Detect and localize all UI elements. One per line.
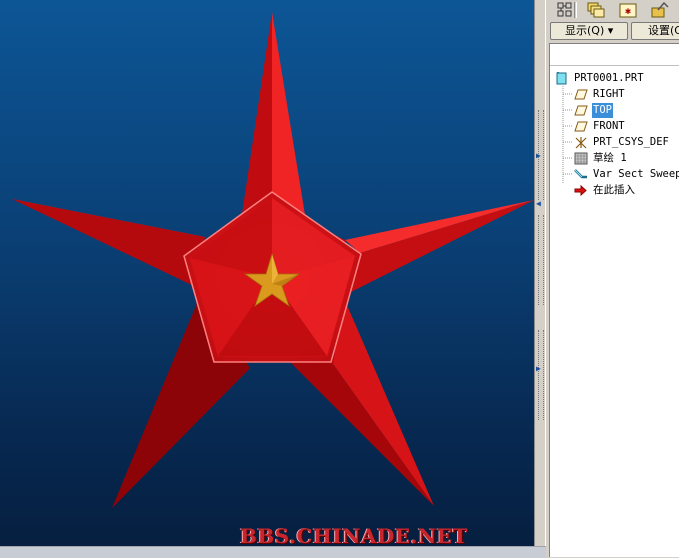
insert-here-arrow-icon	[574, 184, 588, 197]
tree-item-csys[interactable]: PRT_CSYS_DEF	[574, 135, 679, 150]
panel-splitter[interactable]: ▶ ◀ ▶	[534, 0, 546, 546]
splitter-grip	[538, 330, 544, 420]
coordinate-system-icon	[574, 136, 588, 149]
datum-plane-icon	[574, 120, 588, 133]
layers-icon[interactable]	[585, 1, 607, 19]
datum-plane-icon	[574, 104, 588, 117]
tree-item-label: 草绘 1	[593, 152, 627, 164]
tree-item-insert-here[interactable]: 在此插入	[574, 183, 679, 198]
tree-item-right[interactable]: RIGHT	[574, 87, 679, 102]
tree-item-label: 在此插入	[593, 184, 635, 196]
tree-item-part[interactable]: PRT0001.PRT	[555, 70, 675, 86]
tree-item-front[interactable]: FRONT	[574, 119, 679, 134]
model-tree-icon[interactable]	[554, 1, 576, 19]
sweep-feature-icon	[574, 168, 588, 181]
favorites-icon[interactable]: ✱	[617, 1, 639, 19]
model-viewport[interactable]: BBS.CHINADE.NET	[0, 0, 534, 546]
navigator-toolbar: ✱	[546, 0, 679, 20]
tree-item-label: PRT_CSYS_DEF	[593, 136, 669, 148]
tree-item-label: FRONT	[593, 120, 625, 132]
part-icon	[555, 70, 569, 85]
navigator-icon[interactable]	[649, 1, 671, 19]
model-tree: PRT0001.PRT RIGHT TOP FRONT PRT_CSYS_DEF	[549, 43, 679, 557]
collapse-right-icon[interactable]: ▶	[536, 365, 541, 373]
tree-item-sweep[interactable]: Var Sect Sweep	[574, 167, 679, 182]
viewport-status-strip	[0, 546, 546, 558]
collapse-left-icon[interactable]: ◀	[536, 200, 541, 208]
tree-item-sketch[interactable]: 草绘 1	[574, 151, 679, 166]
tree-item-label: PRT0001.PRT	[574, 72, 644, 84]
toolbar-separator	[574, 2, 577, 18]
show-dropdown[interactable]: 显示(Q) ▾	[550, 22, 628, 40]
settings-dropdown[interactable]: 设置(G)	[631, 22, 679, 40]
splitter-grip	[538, 215, 544, 305]
navigator-panel: ✱ 显示(Q) ▾ 设置(G) PRT0001.PRT RIGHT	[546, 0, 679, 557]
red-star-model	[12, 12, 534, 508]
collapse-right-icon[interactable]: ▶	[536, 152, 541, 160]
tree-item-label: RIGHT	[593, 88, 625, 100]
tree-item-label: TOP	[592, 103, 613, 118]
tree-item-top[interactable]: TOP	[574, 103, 679, 118]
tree-item-label: Var Sect Sweep	[593, 168, 679, 180]
sketch-icon	[574, 152, 588, 165]
svg-text:✱: ✱	[625, 6, 631, 17]
watermark-text: BBS.CHINADE.NET	[240, 524, 468, 546]
datum-plane-icon	[574, 88, 588, 101]
